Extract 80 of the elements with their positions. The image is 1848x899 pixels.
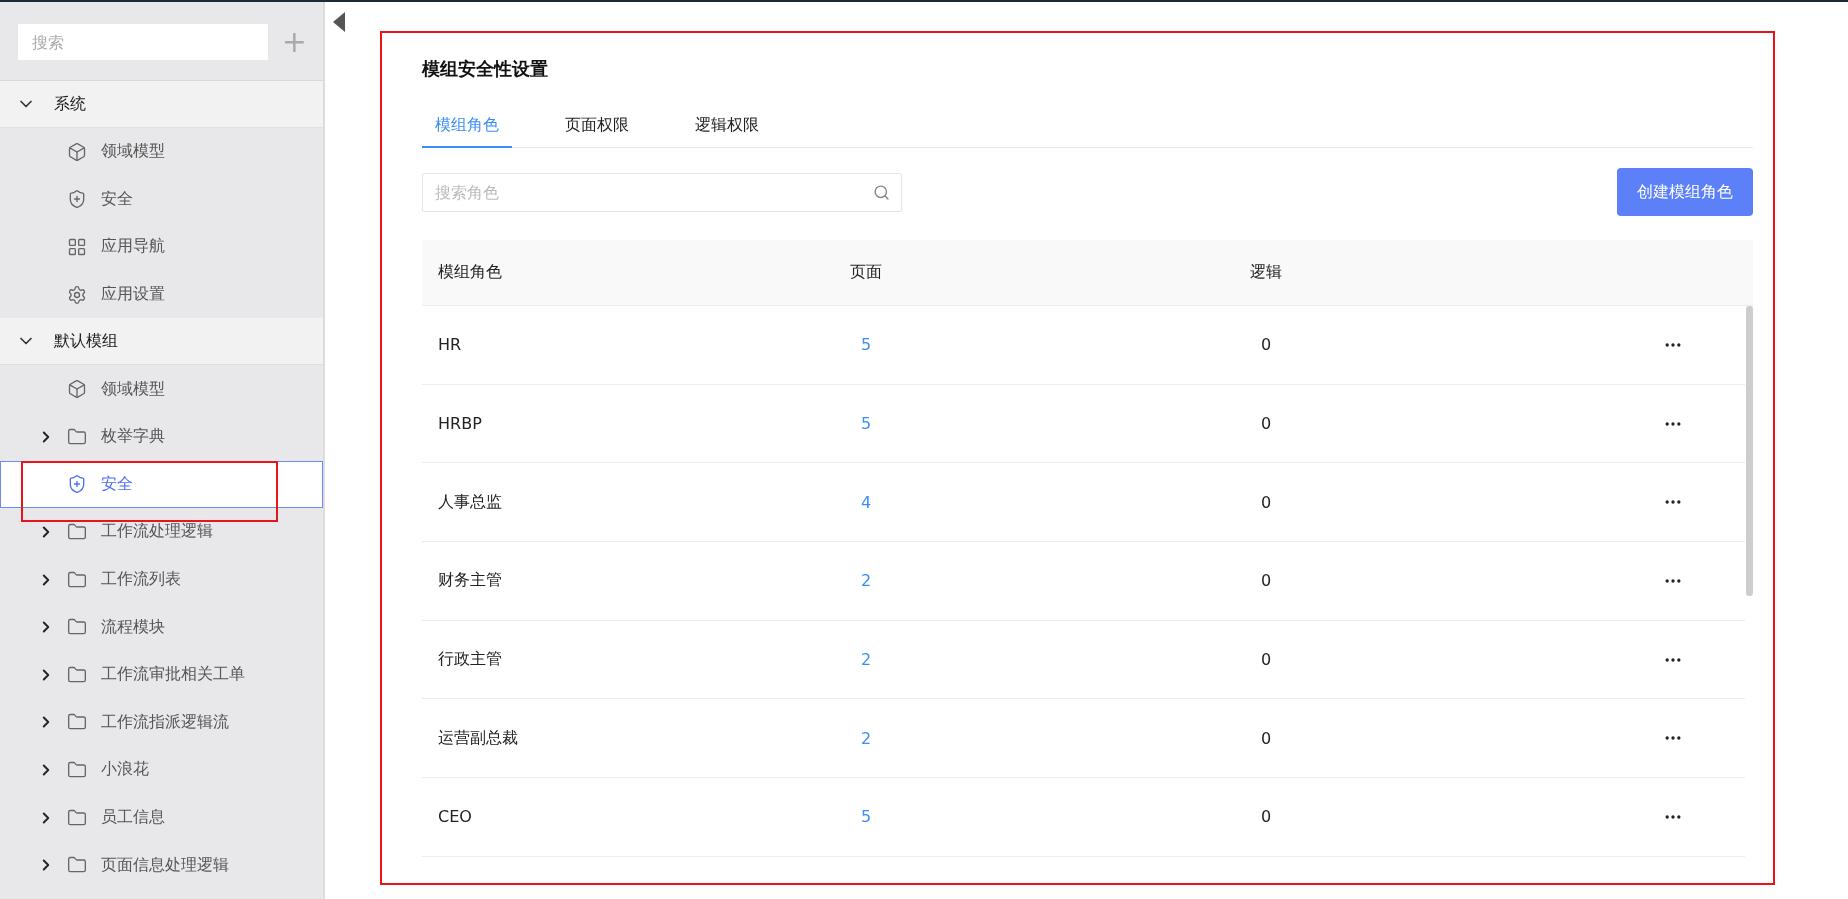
tree-group-header[interactable]: 默认模组 [0,318,323,366]
page-count-link[interactable]: 5 [860,335,872,355]
tree-item[interactable]: 流程模块 [0,603,323,651]
item-label: 工作流指派逻辑流 [101,711,229,733]
page-count-link[interactable]: 4 [860,492,872,512]
tree-item[interactable]: 领域模型 [0,365,323,413]
tree-item[interactable]: 领域模型 [0,128,323,176]
table-cell-text: 财务主管 [437,570,502,592]
column-header: 页面 [850,262,882,283]
tree-item[interactable]: 应用设置 [0,270,323,319]
table-cell: 0 [1260,492,1272,512]
item-label: 应用导航 [101,236,165,258]
create-role-button[interactable]: 创建模组角色 [1617,168,1753,216]
page-count-link[interactable]: 2 [860,571,872,591]
page-count-link[interactable]: 2 [860,650,872,670]
table-cell-text: CEO [437,807,472,827]
table-cell: 0 [1260,807,1272,827]
folder-icon [67,521,87,542]
table-cell: 0 [1260,650,1272,670]
table-cell: 0 [1260,728,1272,748]
item-label: 工作流处理逻辑 [101,521,213,543]
folder-icon [67,807,87,828]
search-icon [873,183,890,201]
tree-item[interactable]: 枚举字典 [0,412,323,461]
tab[interactable]: 逻辑权限 [682,115,772,148]
column-header: 模组角色 [437,262,502,283]
page-count-link[interactable]: 2 [860,728,872,748]
shield-icon [67,474,87,495]
table-cell-text: 运营副总裁 [437,727,518,749]
tree-item[interactable]: 安全 [0,175,323,224]
tree-item[interactable]: 安全 [0,460,323,509]
group-label: 默认模组 [54,330,118,352]
cube-icon [67,141,87,162]
group-label: 系统 [54,93,86,115]
item-label: 安全 [101,473,133,495]
table-cell: 0 [1260,335,1272,355]
item-label: 枚举字典 [101,426,165,448]
item-label: 安全 [101,188,133,210]
collapse-triangle-icon[interactable] [333,12,345,32]
tree-item[interactable]: 工作流处理逻辑 [0,508,323,556]
grid-icon [67,237,87,257]
tab[interactable]: 页面权限 [552,115,642,148]
search-field[interactable]: 搜索角色 [422,172,902,212]
folder-icon [67,759,87,780]
table-cell: 0 [1260,414,1272,434]
settings-icon [67,284,87,305]
cube-icon [67,379,87,400]
folder-icon [67,569,87,590]
item-label: 领域模型 [101,378,165,400]
table-cell-text: HR [437,335,462,355]
table-cell-text: 人事总监 [437,491,502,513]
tree-item[interactable]: 应用导航 [0,223,323,271]
item-label: 领域模型 [101,141,165,163]
tree-item[interactable]: 页面信息处理逻辑 [0,841,323,889]
item-label: 页面信息处理逻辑 [101,854,229,876]
item-label: 员工信息 [101,807,165,828]
item-label: 工作流审批相关工单 [101,664,245,686]
table-cell: 0 [1260,571,1272,591]
page-count-link[interactable]: 5 [860,414,872,434]
tree-item[interactable]: 工作流列表 [0,555,323,604]
search-field[interactable]: 搜索 [18,24,268,60]
tree-item[interactable]: 员工信息 [0,793,323,842]
item-label: 流程模块 [101,616,165,638]
table-cell-text: HRBP [437,414,482,434]
tree-item[interactable]: 工作流指派逻辑流 [0,698,323,747]
column-header: 逻辑 [1250,262,1282,283]
folder-icon [67,664,87,685]
scrollbar[interactable] [1746,306,1753,596]
panel-title: 模组安全性设置 [422,57,549,81]
shield-icon [67,189,87,210]
tree-item[interactable]: 小浪花 [0,746,323,794]
page-count-link[interactable]: 5 [860,807,872,827]
folder-icon [67,426,87,447]
tree-item[interactable]: 工作流审批相关工单 [0,650,323,699]
item-label: 工作流列表 [101,569,181,591]
item-label: 小浪花 [101,759,149,781]
table-cell-text: 行政主管 [437,649,502,671]
tab[interactable]: 模组角色 [422,115,512,148]
tree-group-header[interactable]: 系统 [0,81,323,128]
item-label: 应用设置 [101,284,165,306]
